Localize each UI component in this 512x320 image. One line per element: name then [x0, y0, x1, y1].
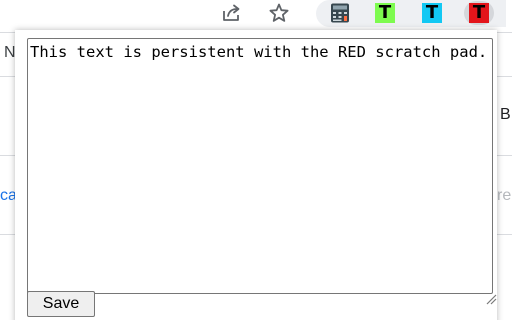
- t-icon: T: [375, 3, 395, 23]
- calculator-extension-button[interactable]: [327, 1, 353, 25]
- background-text: re: [497, 187, 512, 204]
- red-scratch-pad-button[interactable]: T: [464, 1, 494, 25]
- t-icon: T: [469, 3, 489, 23]
- share-button[interactable]: [219, 0, 245, 26]
- cyan-scratch-pad-button[interactable]: T: [419, 1, 445, 25]
- share-icon: [223, 4, 240, 21]
- background-text: B: [500, 106, 511, 123]
- star-icon: [269, 3, 289, 22]
- browser-toolbar: T T T: [0, 0, 512, 27]
- bookmark-button[interactable]: [266, 0, 292, 26]
- scratch-pad-popup: This text is persistent with the RED scr…: [15, 30, 497, 320]
- scratch-pad-textarea[interactable]: This text is persistent with the RED scr…: [27, 38, 493, 294]
- background-text: N: [4, 44, 16, 61]
- resize-grip-icon[interactable]: [485, 293, 497, 305]
- t-icon: T: [422, 3, 442, 23]
- green-scratch-pad-button[interactable]: T: [372, 1, 398, 25]
- browser-window: N ca B re T T T This text is persistent …: [0, 0, 512, 320]
- calculator-icon: [331, 3, 349, 23]
- save-button[interactable]: Save: [27, 291, 95, 317]
